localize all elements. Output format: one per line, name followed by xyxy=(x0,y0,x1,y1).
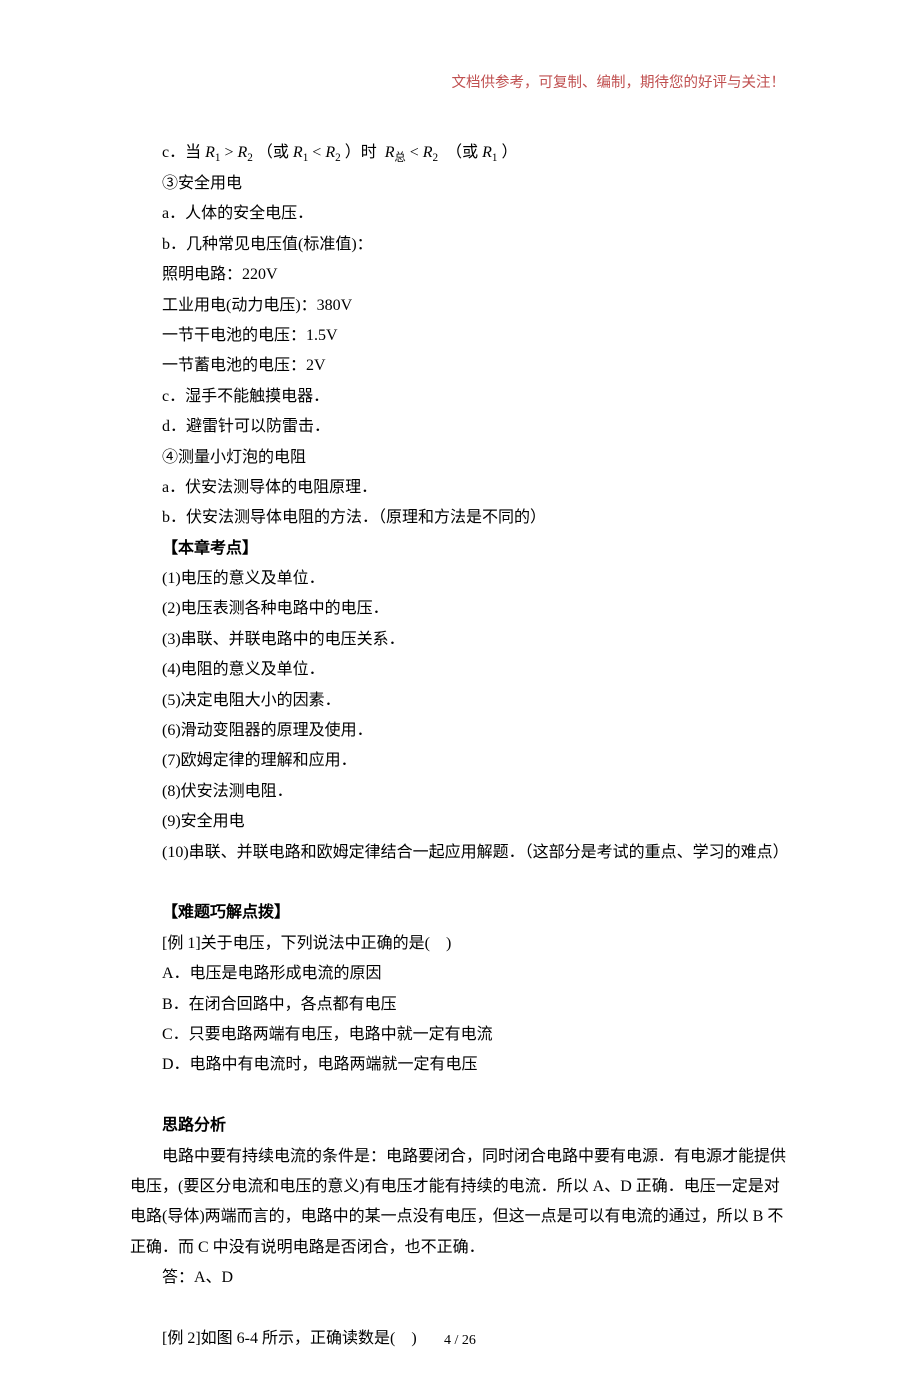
line-4a: a．伏安法测导体的电阻原理． xyxy=(130,473,790,503)
blank-line xyxy=(130,868,790,898)
line-storage-cell: 一节蓄电池的电压：2V xyxy=(130,351,790,381)
analysis-title: 思路分析 xyxy=(130,1111,790,1141)
eq-r1-lt-r2: R1 < R2 xyxy=(293,144,341,161)
eq-or2: （或 xyxy=(446,144,478,161)
example-1-option-d: D．电路中有电流时，电路两端就一定有电压 xyxy=(130,1050,790,1080)
example-1-question: [例 1]关于电压，下列说法中正确的是( ) xyxy=(130,929,790,959)
section-4-title: ④测量小灯泡的电阻 xyxy=(130,443,790,473)
keypoint-1: (1)电压的意义及单位． xyxy=(130,564,790,594)
analysis-body: 电路中要有持续电流的条件是：电路要闭合，同时闭合电路中要有电源．有电源才能提供电… xyxy=(130,1142,790,1264)
keypoints-title: 【本章考点】 xyxy=(130,534,790,564)
keypoint-6: (6)滑动变阻器的原理及使用． xyxy=(130,716,790,746)
line-3d: d．避雷针可以防雷击． xyxy=(130,412,790,442)
keypoint-10-text: (10)串联、并联电路和欧姆定律结合一起应用解题．（这部分是考试的重点、学习的难… xyxy=(162,844,789,861)
keypoint-7: (7)欧姆定律的理解和应用． xyxy=(130,746,790,776)
line-lighting: 照明电路：220V xyxy=(130,260,790,290)
document-page: 文档供参考，可复制、编制，期待您的好评与关注！ c．当 R1 > R2 （或 R… xyxy=(0,0,920,1394)
line-3b: b．几种常见电压值(标准值)： xyxy=(130,230,790,260)
equation-line-c: c．当 R1 > R2 （或 R1 < R2 ）时 R总 < R2 （或 R1 … xyxy=(130,138,790,169)
keypoint-10: (10)串联、并联电路和欧姆定律结合一起应用解题．（这部分是考试的重点、学习的难… xyxy=(130,838,790,868)
eq-r1-gt-r2: R1 > R2 xyxy=(205,144,253,161)
section-3-title: ③安全用电 xyxy=(130,169,790,199)
eq-or1: （或 xyxy=(257,144,289,161)
example-1-option-c: C．只要电路两端有电压，电路中就一定有电流 xyxy=(130,1020,790,1050)
line-3c: c．湿手不能触摸电器． xyxy=(130,382,790,412)
example-1-option-a: A．电压是电路形成电流的原因 xyxy=(130,959,790,989)
header-note: 文档供参考，可复制、编制，期待您的好评与关注！ xyxy=(130,70,790,98)
keypoint-8: (8)伏安法测电阻． xyxy=(130,777,790,807)
eq-rtot-lt-r2: R总 < R2 xyxy=(385,144,438,161)
keypoint-4: (4)电阻的意义及单位． xyxy=(130,655,790,685)
blank-line-3 xyxy=(130,1293,790,1323)
keypoint-5: (5)决定电阻大小的因素． xyxy=(130,686,790,716)
eq-close2: ） xyxy=(501,144,517,161)
blank-line-2 xyxy=(130,1081,790,1111)
line-4b: b．伏安法测导体电阻的方法．（原理和方法是不同的） xyxy=(130,503,790,533)
answer-line: 答：A、D xyxy=(130,1263,790,1293)
keypoint-9: (9)安全用电 xyxy=(130,807,790,837)
line-3a: a．人体的安全电压． xyxy=(130,199,790,229)
keypoint-3: (3)串联、并联电路中的电压关系． xyxy=(130,625,790,655)
eq-prefix: c．当 xyxy=(162,144,201,161)
example-1-option-b: B．在闭合回路中，各点都有电压 xyxy=(130,990,790,1020)
keypoint-2: (2)电压表测各种电路中的电压． xyxy=(130,594,790,624)
line-industrial: 工业用电(动力电压)：380V xyxy=(130,291,790,321)
eq-close1: ）时 xyxy=(345,144,377,161)
eq-r1: R1 xyxy=(482,144,497,161)
line-dry-cell: 一节干电池的电压：1.5V xyxy=(130,321,790,351)
hard-problems-title: 【难题巧解点拨】 xyxy=(130,898,790,928)
page-footer: 4 / 26 xyxy=(0,1328,920,1355)
content-body: c．当 R1 > R2 （或 R1 < R2 ）时 R总 < R2 （或 R1 … xyxy=(130,138,790,1355)
